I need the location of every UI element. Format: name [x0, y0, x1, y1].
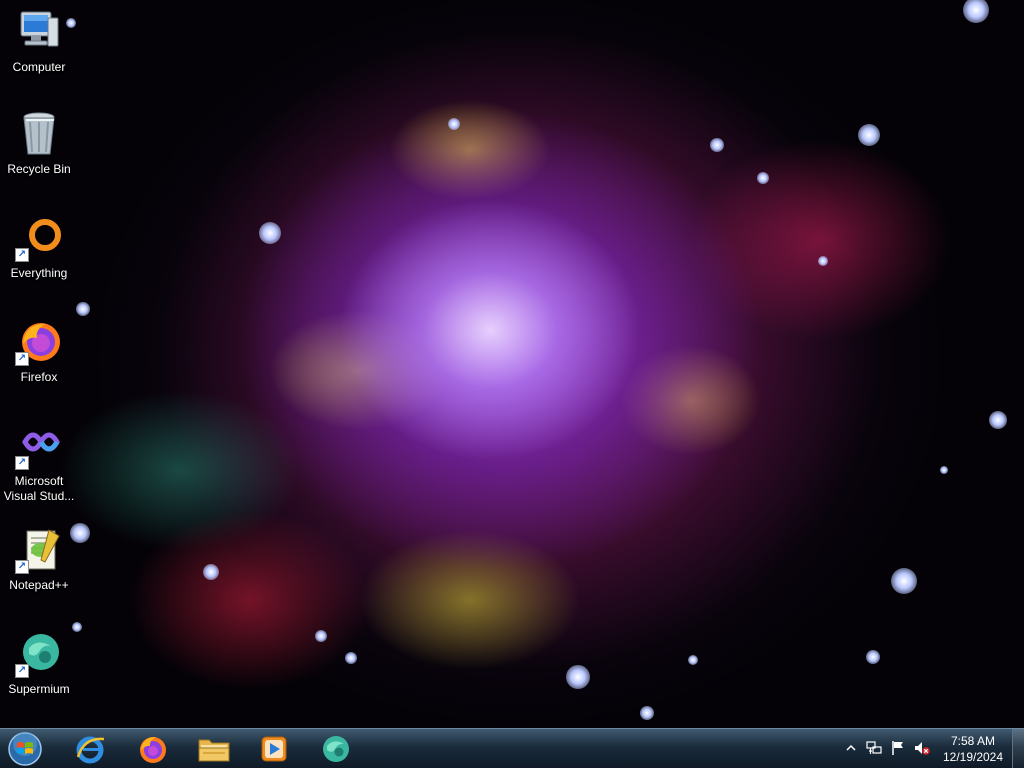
star — [345, 652, 357, 664]
star — [818, 256, 828, 266]
desktop-icon-computer[interactable]: Computer — [1, 8, 77, 75]
desktop-icon-label: Recycle Bin — [7, 162, 71, 176]
shortcut-arrow-icon: ↗ — [15, 456, 29, 470]
taskbar-file-explorer[interactable] — [186, 731, 242, 767]
file-explorer-icon — [198, 739, 230, 762]
desktop-icon-label: Notepad++ — [9, 578, 69, 592]
desktop-icon-label: Everything — [10, 266, 68, 280]
star — [640, 706, 654, 720]
windows-start-orb-icon — [8, 732, 42, 766]
taskbar: 7:58 AM 12/19/2024 — [0, 728, 1024, 768]
desktop-icon-label: Supermium — [8, 682, 70, 696]
star — [448, 118, 460, 130]
desktop-icon-label: Firefox — [20, 370, 58, 384]
taskbar-media-player[interactable] — [246, 731, 302, 767]
star — [989, 411, 1007, 429]
taskbar-firefox[interactable] — [124, 731, 180, 767]
star — [866, 650, 880, 664]
desktop-icon-firefox[interactable]: ↗ Firefox — [1, 318, 77, 385]
action-center-flag-icon[interactable] — [890, 740, 906, 756]
start-button[interactable] — [6, 731, 44, 767]
network-icon[interactable] — [866, 740, 882, 756]
desktop-icon-label: Microsoft Visual Stud... — [3, 474, 75, 503]
firefox-icon: ↗ — [15, 318, 63, 366]
clock-date: 12/19/2024 — [942, 750, 1004, 764]
star — [259, 222, 281, 244]
everything-search-icon: ↗ — [15, 214, 63, 262]
shortcut-arrow-icon: ↗ — [15, 248, 29, 262]
desktop-icon-visual-studio[interactable]: ↗ Microsoft Visual Stud... — [1, 422, 77, 504]
desktop-icon-label: Computer — [12, 60, 66, 74]
star — [203, 564, 219, 580]
star — [315, 630, 327, 642]
desktop[interactable]: Computer Recycle Bin ↗ Everything ↗ Fire… — [0, 0, 1024, 728]
supermium-icon — [323, 736, 349, 762]
star — [891, 568, 917, 594]
star — [858, 124, 880, 146]
taskbar-internet-explorer[interactable] — [62, 731, 118, 767]
shortcut-arrow-icon: ↗ — [15, 664, 29, 678]
star — [710, 138, 724, 152]
media-player-icon — [261, 736, 287, 762]
internet-explorer-icon — [76, 736, 105, 764]
desktop-icon-recycle-bin[interactable]: Recycle Bin — [1, 110, 77, 177]
notepad-plus-plus-icon: ↗ — [15, 526, 63, 574]
crab-nebula-wallpaper — [0, 0, 1024, 728]
computer-icon — [15, 8, 63, 56]
desktop-icon-everything[interactable]: ↗ Everything — [1, 214, 77, 281]
desktop-icon-supermium[interactable]: ↗ Supermium — [1, 630, 77, 697]
firefox-icon — [140, 737, 166, 763]
shortcut-arrow-icon: ↗ — [15, 560, 29, 574]
show-desktop-button[interactable] — [1012, 729, 1024, 768]
visual-studio-icon: ↗ — [15, 422, 63, 470]
star — [940, 466, 948, 474]
star — [688, 655, 698, 665]
star — [757, 172, 769, 184]
supermium-icon: ↗ — [15, 630, 63, 678]
shortcut-arrow-icon: ↗ — [15, 352, 29, 366]
taskbar-supermium[interactable] — [308, 731, 364, 767]
clock-time: 7:58 AM — [950, 734, 996, 748]
star — [76, 302, 90, 316]
show-hidden-icons-chevron-icon[interactable] — [843, 740, 859, 756]
desktop-icon-notepad-plus-plus[interactable]: ↗ Notepad++ — [1, 526, 77, 593]
recycle-bin-icon — [15, 110, 63, 158]
tray-clock[interactable]: 7:58 AM 12/19/2024 — [936, 733, 1010, 765]
star — [566, 665, 590, 689]
volume-muted-icon[interactable] — [914, 740, 930, 756]
